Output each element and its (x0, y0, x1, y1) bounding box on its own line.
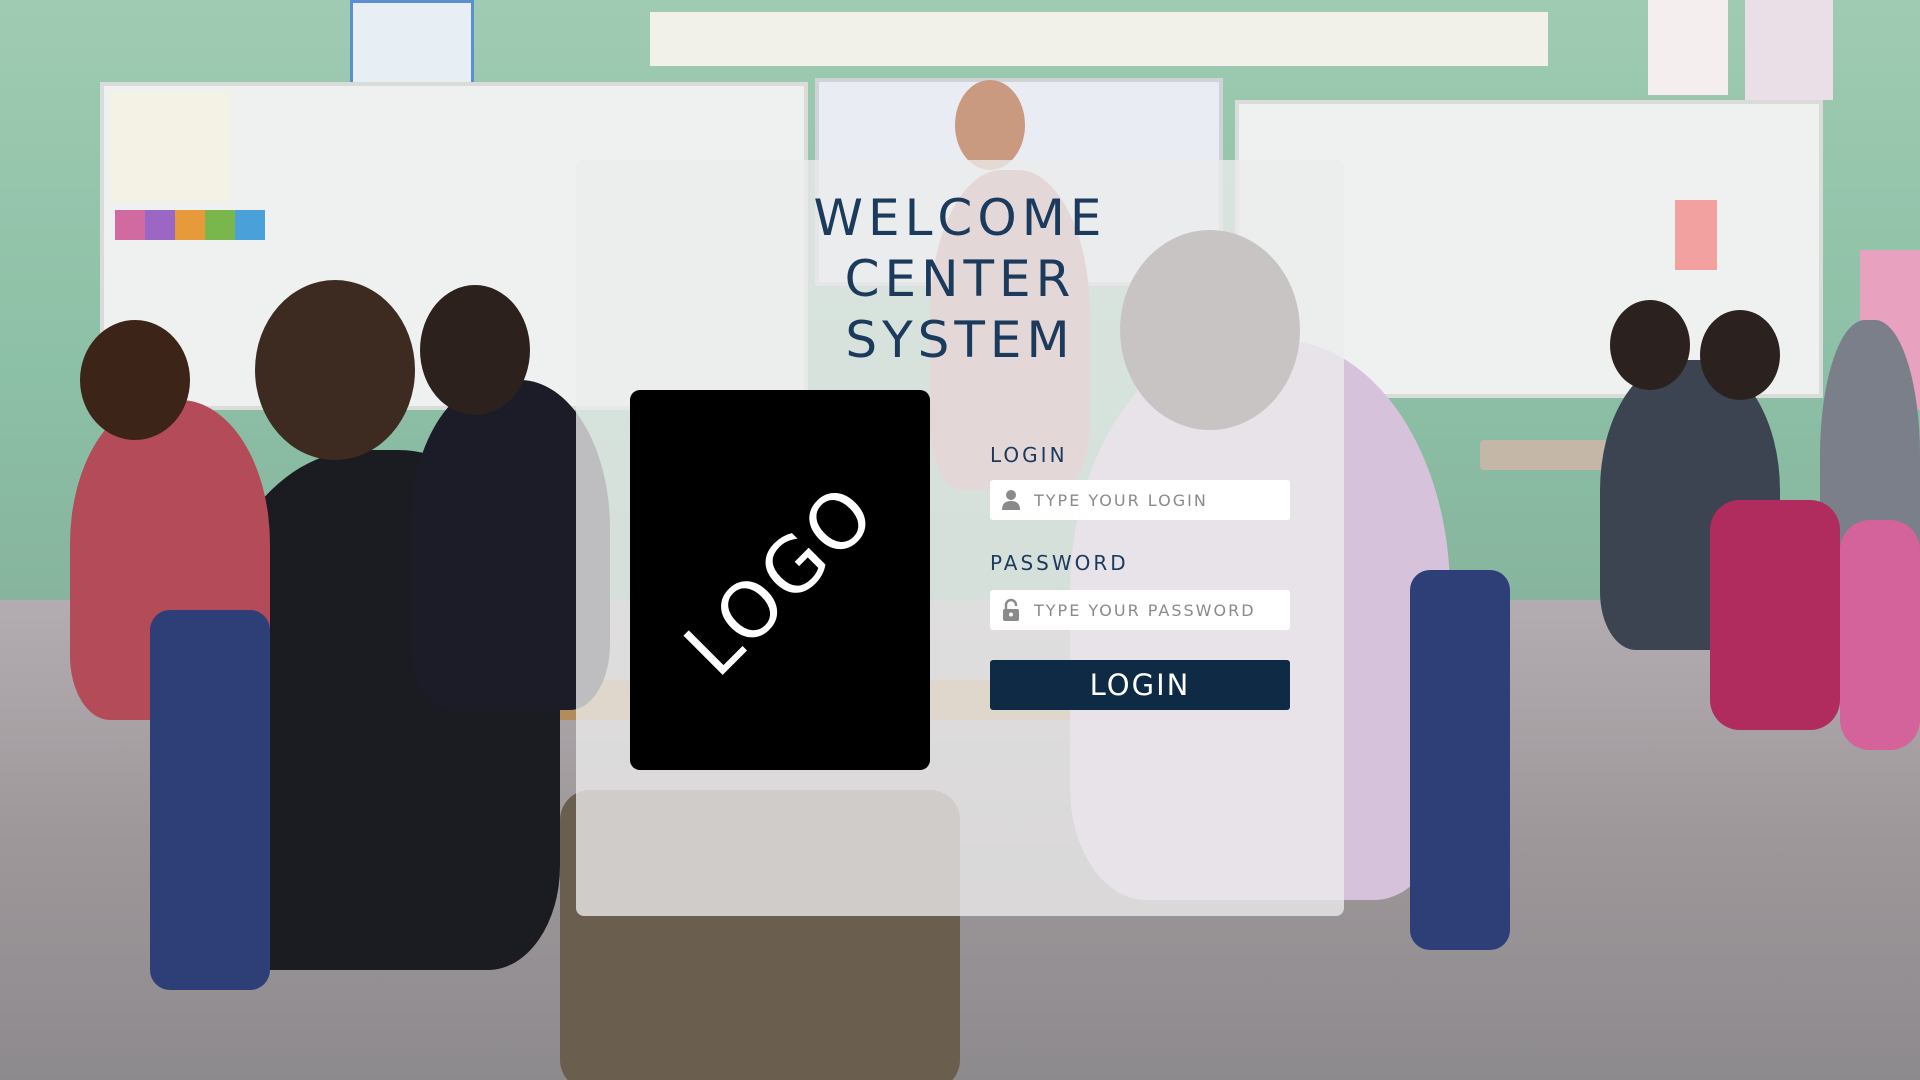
password-field-wrapper[interactable] (990, 590, 1290, 630)
login-button[interactable]: LOGIN (990, 660, 1290, 710)
title-line-center: CENTER (844, 250, 1076, 308)
title-line-system: SYSTEM (845, 311, 1075, 369)
logo: LOGO (630, 390, 930, 770)
password-label: PASSWORD (990, 551, 1129, 575)
login-panel: WELCOME CENTER SYSTEM LOGO LOGIN PASSWOR… (576, 160, 1344, 916)
page-title: WELCOME CENTER SYSTEM (576, 188, 1344, 371)
login-input[interactable] (1034, 480, 1284, 520)
login-label: LOGIN (990, 443, 1068, 467)
lock-icon (1003, 598, 1019, 621)
title-line-welcome: WELCOME (813, 189, 1107, 247)
login-field-wrapper[interactable] (990, 480, 1290, 520)
logo-text: LOGO (667, 467, 893, 693)
password-input[interactable] (1034, 590, 1284, 630)
user-icon (1002, 490, 1020, 510)
